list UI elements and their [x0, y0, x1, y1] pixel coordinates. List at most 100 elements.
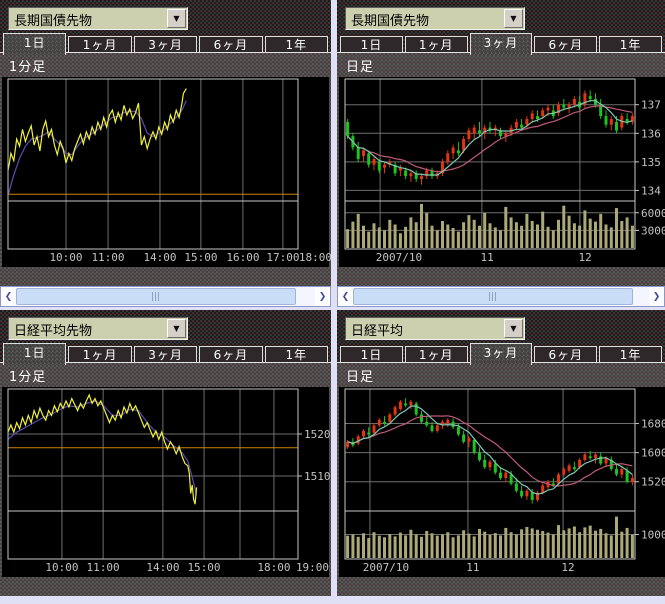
tab-period-3[interactable]: 3ヶ月 [134, 346, 197, 363]
tab-period-2[interactable]: 1ヶ月 [405, 346, 468, 363]
svg-text:137: 137 [641, 99, 661, 112]
instrument-select-value: 長期国債先物 [14, 10, 92, 29]
scrollbar-thumb[interactable] [16, 288, 296, 305]
svg-text:100000: 100000 [641, 529, 665, 542]
chart-canvas: 15200 15100 10:00 11:00 14:00 15:00 18:00 19:00 [0, 363, 331, 596]
tab-period-4[interactable]: 6ヶ月 [534, 36, 597, 53]
instrument-select-value: 日経平均 [351, 320, 403, 339]
plot-background [2, 77, 329, 267]
tab-period-5[interactable]: 1年 [599, 36, 662, 53]
svg-text:15200: 15200 [304, 428, 331, 441]
scroll-right-button[interactable]: ❯ [649, 287, 664, 306]
dropdown-arrow-icon[interactable]: ▼ [504, 319, 523, 338]
svg-text:15100: 15100 [304, 470, 331, 483]
multi-chart-workspace: 長期国債先物 ▼ 1日1ヶ月3ヶ月6ヶ月1年 1分足 10:0011:0014:… [0, 0, 665, 604]
svg-text:135: 135 [641, 156, 661, 169]
tab-period-5[interactable]: 1年 [265, 36, 328, 53]
svg-text:136: 136 [641, 127, 661, 140]
svg-text:18:00: 18:00 [299, 251, 331, 264]
svg-text:16000: 16000 [641, 447, 665, 460]
chart-type-label: 1分足 [9, 56, 46, 75]
dropdown-arrow-icon[interactable]: ▼ [167, 9, 186, 28]
tab-period-4[interactable]: 6ヶ月 [199, 36, 262, 53]
tab-period-3[interactable]: 3ヶ月 [134, 36, 197, 53]
panel-header: 日経平均先物 ▼ [0, 310, 331, 341]
period-tabs: 1日1ヶ月3ヶ月6ヶ月1年 [337, 341, 665, 363]
thumb-grip-icon [152, 292, 160, 301]
panel-bond-daily: 長期国債先物 ▼ 1日1ヶ月3ヶ月6ヶ月1年 日足 137 136 135 134 60… [337, 0, 665, 307]
svg-text:16800: 16800 [641, 418, 665, 431]
svg-text:11:00: 11:00 [91, 251, 124, 264]
svg-text:14:00: 14:00 [143, 251, 176, 264]
chart-zone: 1分足 10:00 11:00 14:00 15:00 16:00 17:0018:00 [0, 53, 331, 286]
svg-text:15200: 15200 [641, 476, 665, 489]
panel-bond-intraday: 長期国債先物 ▼ 1日1ヶ月3ヶ月6ヶ月1年 1分足 10:00 11:00 14:… [0, 0, 331, 307]
instrument-select[interactable]: 日経平均先物 ▼ [8, 317, 188, 340]
horizontal-scrollbar: ❮ ❯ [0, 286, 331, 307]
tab-period-1[interactable]: 1日 [3, 33, 66, 55]
instrument-select-value: 長期国債先物 [351, 10, 429, 29]
panel-header: 長期国債先物 ▼ [337, 0, 665, 31]
panel-nikkei-futures-intraday: 日経平均先物 ▼ 1日1ヶ月3ヶ月6ヶ月1年 1分足 15200 15100 10:… [0, 310, 331, 604]
chart-zone: 日足 137 136 135 134 60000 30000 2007/10 11 12 [337, 53, 665, 286]
chart-type-label: 1分足 [9, 366, 46, 385]
dropdown-arrow-icon[interactable]: ▼ [167, 319, 186, 338]
horizontal-scrollbar: ❮ ❯ [337, 286, 665, 307]
scroll-left-button[interactable]: ❮ [1, 287, 16, 306]
svg-text:18:00: 18:00 [257, 561, 290, 574]
tab-period-1[interactable]: 1日 [3, 343, 66, 365]
svg-text:16:00: 16:00 [226, 251, 259, 264]
svg-text:12: 12 [578, 251, 591, 264]
dropdown-arrow-icon[interactable]: ▼ [504, 9, 523, 28]
scroll-left-button[interactable]: ❮ [338, 287, 353, 306]
chart-zone: 1分足 152001510010:0011:0014:0015:0018:001… [0, 363, 331, 596]
chart-canvas: 1680016000152001000002007/101112 [337, 363, 665, 596]
tab-period-2[interactable]: 1ヶ月 [68, 346, 131, 363]
svg-text:10:00: 10:00 [49, 251, 82, 264]
svg-text:10:00: 10:00 [45, 561, 78, 574]
svg-text:17:00: 17:00 [266, 251, 299, 264]
instrument-select-value: 日経平均先物 [14, 320, 92, 339]
period-tabs: 1日1ヶ月3ヶ月6ヶ月1年 [337, 31, 665, 53]
tab-period-5[interactable]: 1年 [599, 346, 662, 363]
svg-text:19:00: 19:00 [296, 561, 329, 574]
tab-period-2[interactable]: 1ヶ月 [68, 36, 131, 53]
tab-period-3[interactable]: 3ヶ月 [470, 33, 533, 55]
panel-header: 長期国債先物 ▼ [0, 0, 331, 31]
instrument-select[interactable]: 長期国債先物 ▼ [345, 7, 525, 30]
instrument-select[interactable]: 長期国債先物 ▼ [8, 7, 188, 30]
period-tabs: 1日1ヶ月3ヶ月6ヶ月1年 [0, 31, 331, 53]
tab-period-2[interactable]: 1ヶ月 [405, 36, 468, 53]
svg-text:14:00: 14:00 [146, 561, 179, 574]
chart-canvas: 137 136 135 134 60000 30000 2007/10 11 12 [337, 53, 665, 286]
svg-text:15:00: 15:00 [184, 251, 217, 264]
instrument-select[interactable]: 日経平均 ▼ [345, 317, 525, 340]
tab-period-3[interactable]: 3ヶ月 [470, 343, 533, 365]
chart-type-label: 日足 [346, 56, 374, 75]
svg-text:60000: 60000 [641, 207, 665, 220]
panel-nikkei-daily: 日経平均 ▼ 1日1ヶ月3ヶ月6ヶ月1年 日足 16800 16000 15200 1… [337, 310, 665, 604]
scrollbar-track[interactable] [633, 287, 649, 306]
scroll-right-button[interactable]: ❯ [315, 287, 330, 306]
chart-type-label: 日足 [346, 366, 374, 385]
chart-canvas: 10:00 11:00 14:00 15:00 16:00 17:0018:00 [0, 53, 331, 286]
thumb-grip-icon [489, 292, 497, 301]
svg-text:11:00: 11:00 [87, 561, 120, 574]
svg-text:2007/10: 2007/10 [376, 251, 422, 264]
period-tabs: 1日1ヶ月3ヶ月6ヶ月1年 [0, 341, 331, 363]
svg-text:11: 11 [480, 251, 493, 264]
tab-period-4[interactable]: 6ヶ月 [534, 346, 597, 363]
svg-text:134: 134 [641, 184, 661, 197]
svg-text:15:00: 15:00 [187, 561, 220, 574]
tab-period-1[interactable]: 1日 [340, 36, 403, 53]
tab-period-1[interactable]: 1日 [340, 346, 403, 363]
svg-text:30000: 30000 [641, 224, 665, 237]
svg-text:2007/10: 2007/10 [363, 561, 409, 574]
scrollbar-track[interactable] [296, 287, 315, 306]
tab-period-4[interactable]: 6ヶ月 [199, 346, 262, 363]
tab-period-5[interactable]: 1年 [265, 346, 328, 363]
axis-labels: 10:00 11:00 14:00 15:00 16:00 17:0018:00 [49, 251, 331, 264]
chart-zone: 日足 1680016000152001000002007/101112 [337, 363, 665, 596]
scrollbar-thumb[interactable] [353, 288, 633, 305]
svg-text:11: 11 [466, 561, 479, 574]
